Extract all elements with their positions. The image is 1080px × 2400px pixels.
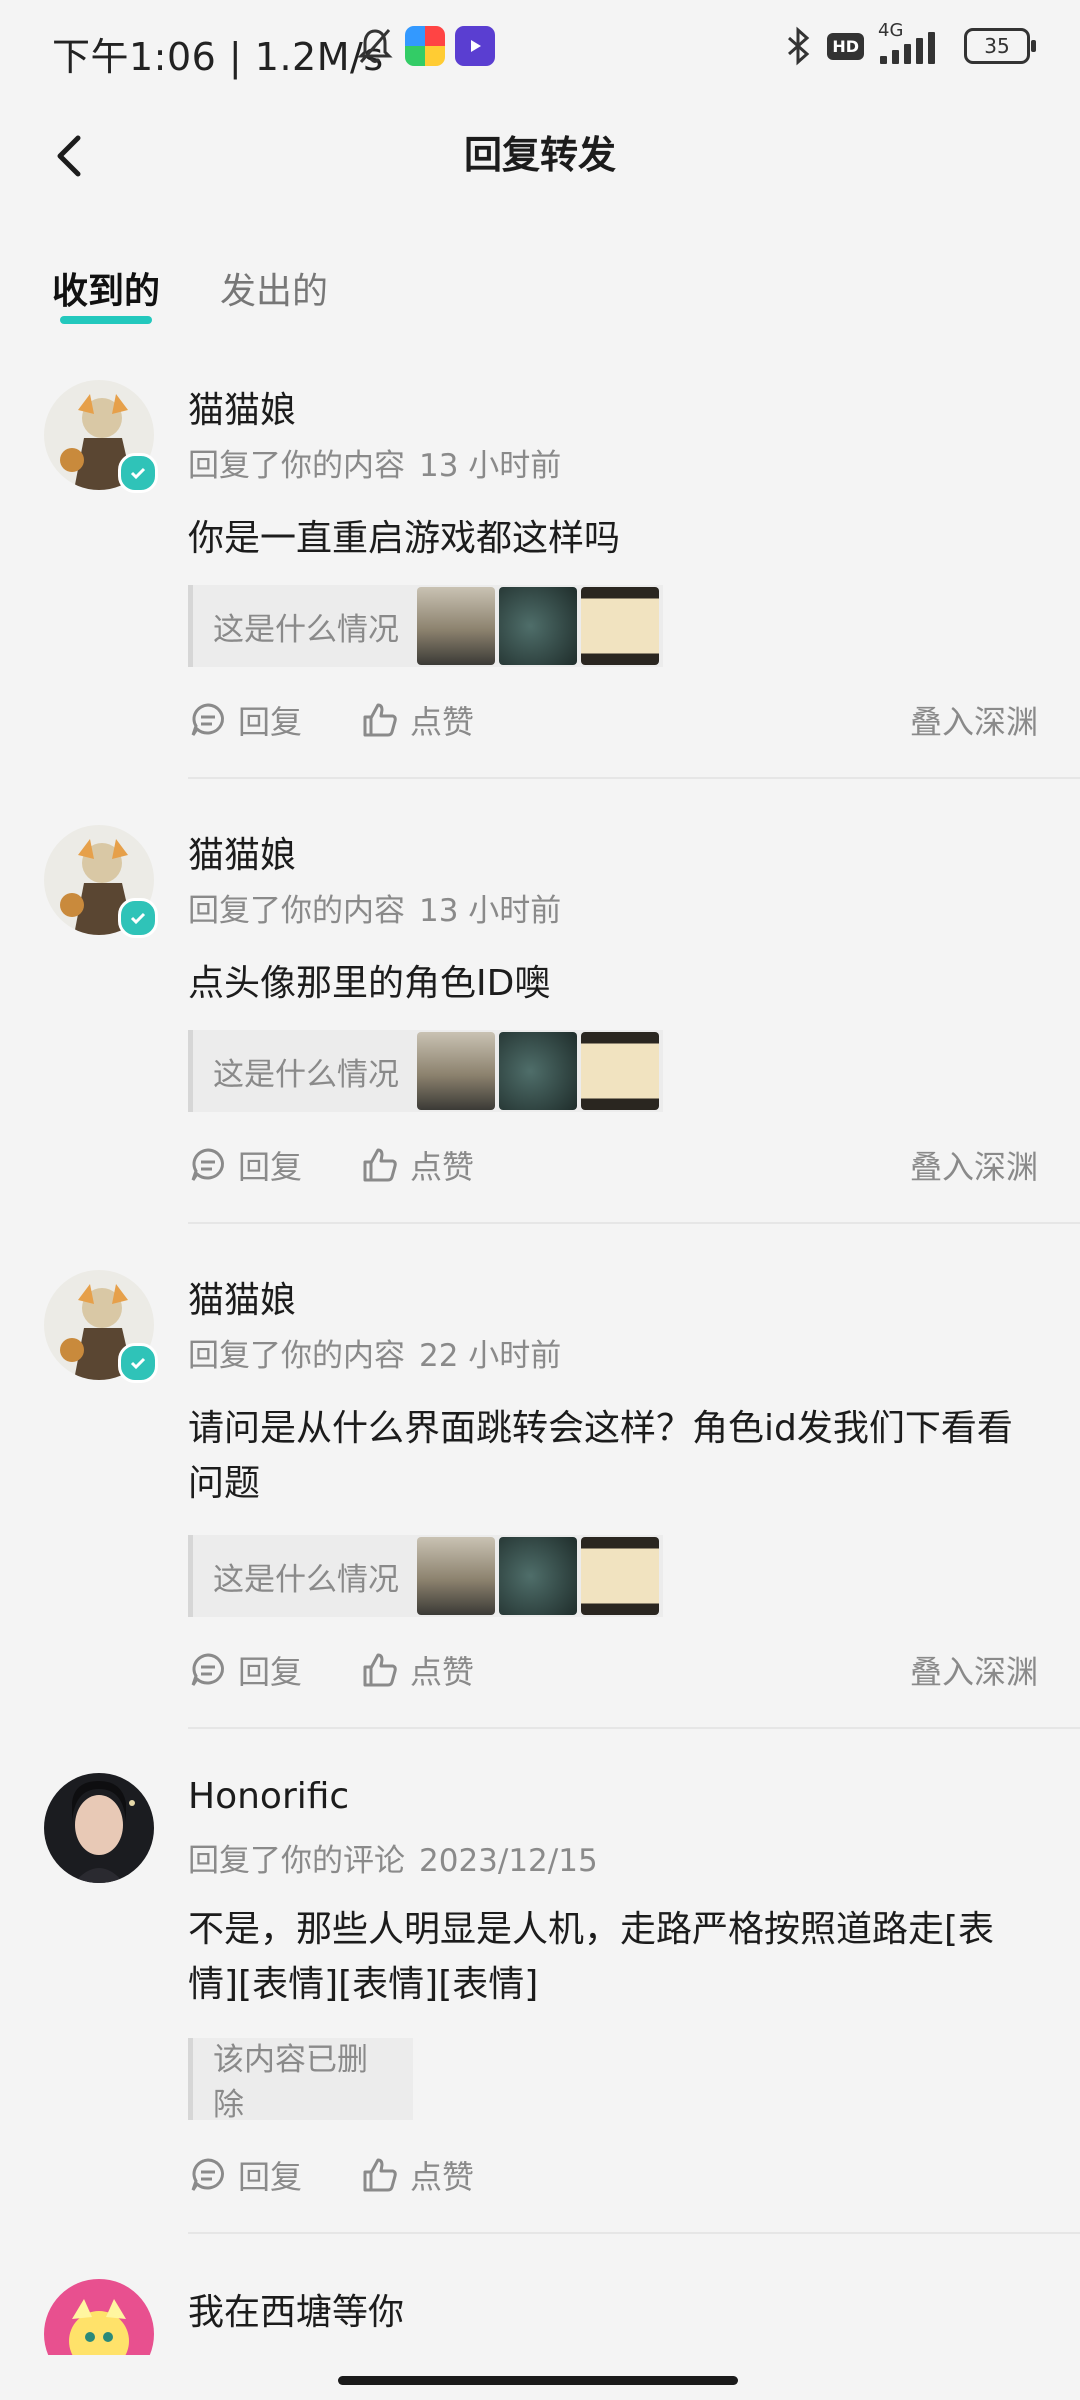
quoted-text: 这是什么情况 [213, 1561, 399, 1598]
comment-icon [191, 1653, 224, 1686]
tab-label: 收到的 [52, 271, 161, 312]
quoted-post[interactable]: 这是什么情况 [188, 1535, 663, 1617]
like-button[interactable]: 点赞 [360, 2152, 474, 2198]
status-notification-icons [355, 26, 495, 66]
quoted-image-thumb[interactable] [417, 587, 495, 665]
tab-received[interactable]: 收到的 [52, 262, 160, 324]
action-bar: 回复 点赞 叠入深渊 [188, 1142, 1038, 1192]
reply-time: 2023/12/15 [419, 1843, 598, 1879]
username[interactable]: Honorific [188, 1776, 349, 1817]
reply-meta: 回复了你的内容 13 小时前 [188, 885, 561, 930]
action-bar: 回复 点赞 [188, 2152, 1038, 2202]
like-button[interactable]: 点赞 [360, 697, 474, 743]
verified-badge-icon [118, 453, 158, 493]
comment-icon [191, 703, 224, 736]
reply-content[interactable]: 点头像那里的角色ID噢 [188, 956, 1018, 1011]
username[interactable]: 猫猫娘 [188, 381, 296, 433]
reply-content[interactable]: 不是，那些人明显是人机，走路严格按照道路走[表情][表情][表情][表情] [188, 1902, 1018, 2012]
quoted-text: 该内容已删除 [213, 2042, 368, 2123]
avatar[interactable] [44, 1773, 154, 1883]
reply-meta: 回复了你的内容 22 小时前 [188, 1330, 561, 1375]
reply-meta: 回复了你的内容 13 小时前 [188, 440, 561, 485]
page-title: 回复转发 [463, 133, 616, 177]
verified-badge-icon [118, 898, 158, 938]
app-icon-video [455, 26, 495, 66]
status-right-icons: HD 4G 35 [783, 20, 1036, 68]
quoted-image-thumb[interactable] [417, 1537, 495, 1615]
verified-badge-icon [118, 1343, 158, 1383]
action-bar: 回复 点赞 叠入深渊 [188, 697, 1038, 747]
reply-action: 回复了你的内容 [188, 893, 405, 929]
reply-action: 回复了你的内容 [188, 448, 405, 484]
quoted-image-thumb[interactable] [499, 1537, 577, 1615]
username[interactable]: 猫猫娘 [188, 826, 296, 878]
comment-icon [191, 1148, 224, 1181]
thumbs-up-icon [363, 1148, 397, 1182]
reply-content[interactable]: 请问是从什么界面跳转会这样？角色id发我们下看看问题 [188, 1401, 1018, 1511]
action-bar: 回复 点赞 叠入深渊 [188, 1647, 1038, 1697]
thumbs-up-icon [363, 703, 397, 737]
reply-button[interactable]: 回复 [188, 2152, 302, 2198]
tab-bar: 收到的 发出的 [52, 262, 328, 324]
abyss-button[interactable]: 叠入深渊 [910, 1647, 1038, 1693]
home-indicator[interactable] [338, 2376, 738, 2385]
reply-meta: 回复了你的评论 2023/12/15 [188, 1835, 598, 1880]
quoted-post[interactable]: 这是什么情况 [188, 585, 663, 667]
reply-action: 回复了你的内容 [188, 1338, 405, 1374]
bell-muted-icon [357, 29, 393, 63]
quoted-image-thumb[interactable] [581, 587, 659, 665]
thumbs-up-icon [363, 1653, 397, 1687]
quoted-image-thumb[interactable] [499, 587, 577, 665]
reply-button[interactable]: 回复 [188, 697, 302, 743]
divider [188, 2232, 1080, 2234]
divider [188, 777, 1080, 779]
list-item: 我在西塘等你 [0, 2275, 1080, 2355]
tab-sent[interactable]: 发出的 [220, 262, 328, 324]
app-icon-colorful [405, 26, 445, 66]
hd-badge: HD [827, 32, 864, 60]
reply-action: 回复了你的评论 [188, 1843, 405, 1879]
bluetooth-icon [788, 26, 810, 66]
quoted-image-thumb[interactable] [499, 1032, 577, 1110]
quoted-text: 这是什么情况 [213, 611, 399, 648]
tab-active-indicator [60, 316, 153, 324]
reply-time: 22 小时前 [419, 1338, 562, 1374]
tab-label: 发出的 [220, 271, 329, 312]
quoted-image-thumb[interactable] [581, 1032, 659, 1110]
username[interactable]: 猫猫娘 [188, 1271, 296, 1323]
divider [188, 1727, 1080, 1729]
nav-bar: 回复转发 [0, 110, 1080, 200]
thumbs-up-icon [363, 2158, 397, 2192]
like-button[interactable]: 点赞 [360, 1647, 474, 1693]
comment-icon [191, 2158, 224, 2191]
username[interactable]: 我在西塘等你 [188, 2283, 404, 2335]
reply-time: 13 小时前 [419, 448, 562, 484]
quoted-text: 这是什么情况 [213, 1056, 399, 1093]
status-bar: 下午1:06 | 1.2M/s HD 4G 35 [0, 0, 1080, 100]
like-button[interactable]: 点赞 [360, 1142, 474, 1188]
quoted-post[interactable]: 这是什么情况 [188, 1030, 663, 1112]
reply-time: 13 小时前 [419, 893, 562, 929]
reply-button[interactable]: 回复 [188, 1142, 302, 1188]
reply-button[interactable]: 回复 [188, 1647, 302, 1693]
quoted-post[interactable]: 该内容已删除 [188, 2038, 413, 2123]
reply-content[interactable]: 你是一直重启游戏都这样吗 [188, 511, 1018, 566]
divider [188, 1222, 1080, 1224]
battery-icon: 35 [964, 28, 1036, 64]
quoted-image-thumb[interactable] [581, 1537, 659, 1615]
avatar[interactable] [44, 2279, 154, 2355]
abyss-button[interactable]: 叠入深渊 [910, 697, 1038, 743]
signal-icon: 4G [878, 20, 950, 68]
quoted-image-thumb[interactable] [417, 1032, 495, 1110]
abyss-button[interactable]: 叠入深渊 [910, 1142, 1038, 1188]
status-time: 下午1:06 | 1.2M/s [52, 35, 384, 79]
